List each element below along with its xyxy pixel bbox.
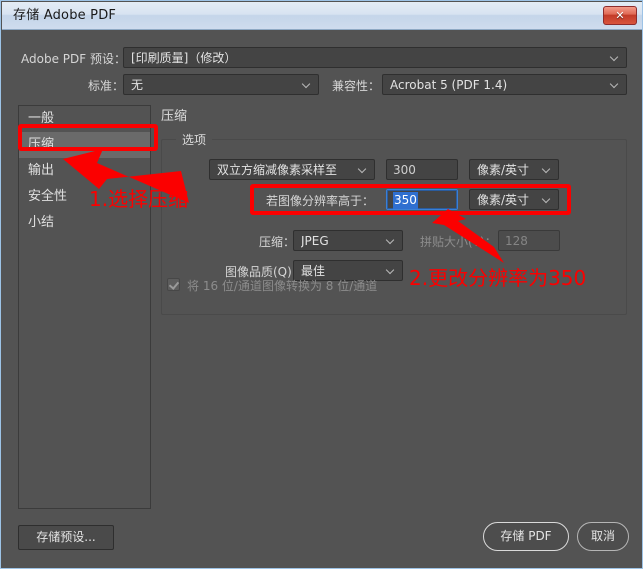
sidebar-item-security[interactable]: 安全性	[19, 184, 150, 210]
preset-dropdown[interactable]: [印刷质量]（修改）	[123, 47, 627, 68]
downsample-unit-value: 像素/英寸	[477, 163, 530, 177]
chevron-down-icon	[303, 81, 312, 87]
compatibility-dropdown-value: Acrobat 5 (PDF 1.4)	[390, 78, 508, 92]
threshold-unit-value: 像素/英寸	[477, 193, 530, 207]
save-adobe-pdf-dialog: 存储 Adobe PDF ✕ Adobe PDF 预设： [印刷质量]（修改） …	[0, 0, 643, 569]
tile-size-label: 拼贴大小(T)：	[420, 235, 497, 249]
save-preset-button[interactable]: 存储预设...	[18, 525, 114, 550]
threshold-resolution-value: 350	[393, 192, 418, 209]
threshold-resolution-input[interactable]: 350	[386, 189, 458, 210]
standard-dropdown-value: 无	[131, 78, 144, 92]
panel-title: 压缩	[161, 109, 188, 124]
tile-size-value: 128	[505, 234, 528, 248]
compression-label: 压缩：	[259, 235, 296, 249]
chevron-down-icon	[359, 166, 368, 172]
standard-dropdown[interactable]: 无	[123, 74, 319, 95]
chevron-down-icon	[611, 81, 620, 87]
sidebar-item-compression[interactable]: 压缩	[19, 132, 150, 158]
downsample-resolution-input[interactable]: 300	[386, 159, 458, 180]
compatibility-dropdown[interactable]: Acrobat 5 (PDF 1.4)	[382, 74, 627, 95]
standard-label: 标准：	[88, 79, 125, 93]
settings-category-list[interactable]: 一般 压缩 输出 安全性 小结	[18, 105, 151, 509]
save-pdf-button[interactable]: 存储 PDF	[483, 522, 569, 551]
chevron-down-icon	[543, 166, 552, 172]
convert-16bit-checkbox	[167, 278, 180, 291]
chevron-down-icon	[387, 237, 396, 243]
sidebar-item-general[interactable]: 一般	[19, 106, 150, 132]
preset-label: Adobe PDF 预设：	[21, 52, 126, 66]
downsample-unit-dropdown[interactable]: 像素/英寸	[469, 159, 559, 180]
cancel-button[interactable]: 取消	[577, 522, 629, 551]
chevron-down-icon	[543, 196, 552, 202]
downsample-method-value: 双立方缩减像素采样至	[217, 163, 338, 177]
downsample-method-dropdown[interactable]: 双立方缩减像素采样至	[209, 159, 375, 180]
chevron-down-icon	[387, 267, 396, 273]
close-button[interactable]: ✕	[603, 6, 637, 25]
sidebar-item-summary[interactable]: 小结	[19, 210, 150, 236]
compatibility-label: 兼容性：	[332, 79, 381, 93]
compression-dropdown[interactable]: JPEG	[293, 230, 403, 251]
close-icon: ✕	[615, 9, 625, 22]
threshold-label: 若图像分辨率高于：	[266, 194, 375, 208]
compression-dropdown-value: JPEG	[301, 234, 329, 248]
tile-size-input: 128	[498, 230, 560, 251]
chevron-down-icon	[611, 54, 620, 60]
sidebar-item-output[interactable]: 输出	[19, 158, 150, 184]
title-bar: 存储 Adobe PDF ✕	[2, 2, 642, 30]
window-title: 存储 Adobe PDF	[13, 8, 117, 23]
threshold-unit-dropdown[interactable]: 像素/英寸	[469, 189, 559, 210]
downsample-resolution-value: 300	[393, 163, 416, 177]
preset-dropdown-value: [印刷质量]（修改）	[131, 51, 237, 65]
options-group-legend: 选项	[176, 131, 213, 148]
convert-16bit-label: 将 16 位/通道图像转换为 8 位/通道	[187, 279, 378, 293]
